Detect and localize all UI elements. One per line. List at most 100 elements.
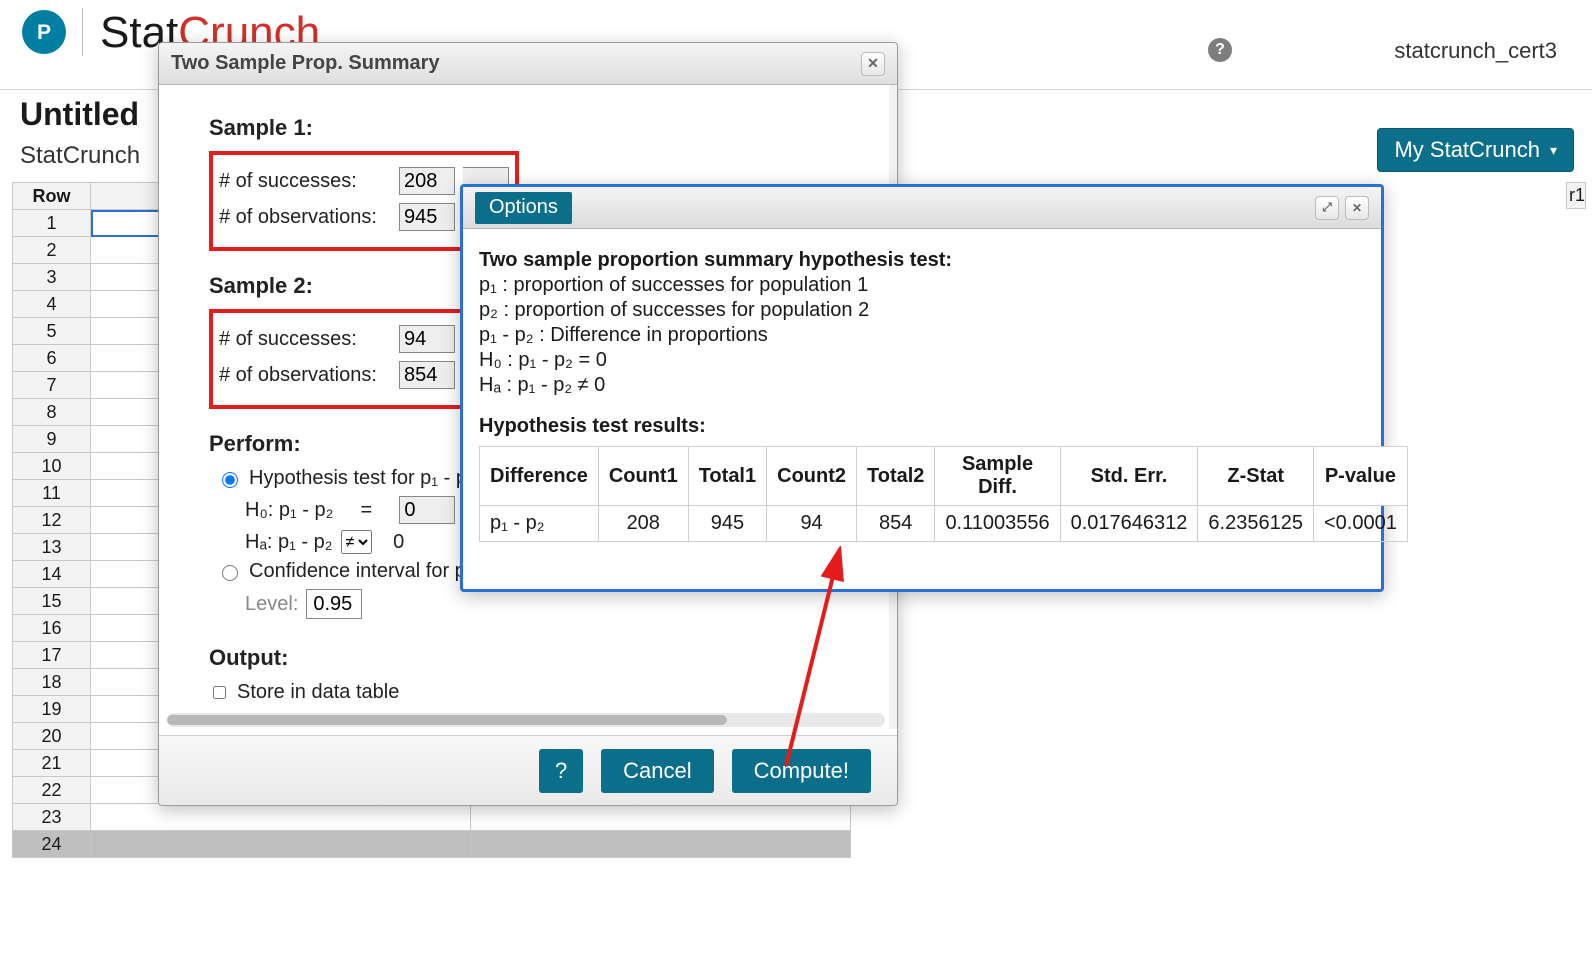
help-icon[interactable]: ?: [1208, 38, 1232, 62]
table-row: p₁ - p₂ 208 945 94 854 0.11003556 0.0176…: [480, 506, 1408, 542]
expand-icon[interactable]: ⤢: [1315, 196, 1339, 220]
confidence-interval-radio[interactable]: [222, 565, 238, 581]
svg-text:P: P: [37, 21, 51, 44]
pearson-logo: P: [22, 10, 66, 54]
row-number: 24: [13, 831, 91, 858]
page-subtitle: StatCrunch: [20, 142, 140, 170]
sample2-observations-input[interactable]: [399, 361, 455, 389]
row-number: 17: [13, 642, 91, 669]
row-number: 20: [13, 723, 91, 750]
cancel-button[interactable]: Cancel: [601, 749, 713, 793]
my-statcrunch-label: My StatCrunch: [1394, 137, 1540, 163]
col-z-stat: Z-Stat: [1198, 447, 1314, 506]
cell-total1: 945: [688, 506, 766, 542]
hypothesis-test-label: Hypothesis test for p₁ - p₂: [249, 467, 475, 490]
sample1-observations-label: # of observations:: [219, 206, 391, 229]
dialog-title-text: Two Sample Prop. Summary: [171, 52, 440, 75]
row-number: 7: [13, 372, 91, 399]
row-number: 19: [13, 696, 91, 723]
cell-p-value: <0.0001: [1313, 506, 1407, 542]
hypothesis-test-radio[interactable]: [222, 472, 238, 488]
row-number: 23: [13, 804, 91, 831]
sample2-observations-label: # of observations:: [219, 364, 391, 387]
row-number: 1: [13, 210, 91, 237]
cell[interactable]: [471, 804, 851, 831]
cell[interactable]: [91, 831, 471, 858]
row-number: 3: [13, 264, 91, 291]
close-icon[interactable]: ✕: [1345, 196, 1369, 220]
cell[interactable]: [91, 804, 471, 831]
col-p-value: P-value: [1313, 447, 1407, 506]
level-input[interactable]: [306, 589, 362, 619]
user-label[interactable]: statcrunch_cert3: [1394, 38, 1557, 64]
col-sample-diff: Sample Diff.: [935, 447, 1060, 506]
level-label: Level:: [245, 593, 298, 616]
sample1-heading: Sample 1:: [209, 115, 853, 141]
results-heading: Two sample proportion summary hypothesis…: [479, 249, 1365, 272]
ha-operator-select[interactable]: ≠: [341, 530, 372, 554]
row-number: 14: [13, 561, 91, 588]
cell-count1: 208: [598, 506, 688, 542]
row-number: 4: [13, 291, 91, 318]
row-number: 8: [13, 399, 91, 426]
row-number: 21: [13, 750, 91, 777]
output-heading: Output:: [209, 645, 853, 671]
row-number: 9: [13, 426, 91, 453]
sample1-observations-input[interactable]: [399, 203, 455, 231]
row-number: 10: [13, 453, 91, 480]
results-titlebar[interactable]: Options ⤢ ✕: [463, 187, 1381, 229]
row-header-label: Row: [13, 183, 91, 210]
col-total1: Total1: [688, 447, 766, 506]
store-in-data-table-label: Store in data table: [237, 681, 399, 704]
ha-value: 0: [393, 531, 404, 554]
logo-separator: [82, 8, 83, 56]
row-number: 15: [13, 588, 91, 615]
col-std-err: Std. Err.: [1060, 447, 1198, 506]
dialog-footer: ? Cancel Compute!: [159, 735, 897, 805]
cell-count2: 94: [767, 506, 857, 542]
results-table: Difference Count1 Total1 Count2 Total2 S…: [479, 446, 1408, 542]
scrollbar-thumb[interactable]: [167, 715, 727, 725]
my-statcrunch-button[interactable]: My StatCrunch: [1377, 128, 1574, 172]
dialog-horizontal-scrollbar[interactable]: [167, 713, 885, 727]
cell-std-err: 0.017646312: [1060, 506, 1198, 542]
store-in-data-table-checkbox[interactable]: [213, 686, 226, 699]
close-icon[interactable]: ✕: [861, 52, 885, 76]
sample1-successes-label: # of successes:: [219, 170, 391, 193]
row-number: 22: [13, 777, 91, 804]
col-count2: Count2: [767, 447, 857, 506]
cell-sample-diff: 0.11003556: [935, 506, 1060, 542]
results-dialog: Options ⤢ ✕ Two sample proportion summar…: [460, 184, 1384, 592]
sample2-successes-label: # of successes:: [219, 328, 391, 351]
cell-z-stat: 6.2356125: [1198, 506, 1314, 542]
sample1-successes-input[interactable]: [399, 167, 455, 195]
h0-label: H₀: p₁ - p₂: [245, 499, 333, 522]
col-count1: Count1: [598, 447, 688, 506]
ha-label: Hₐ: p₁ - p₂: [245, 531, 333, 554]
results-p2-line: p₂ : proportion of successes for populat…: [479, 299, 1365, 322]
row-number: 2: [13, 237, 91, 264]
col-difference: Difference: [480, 447, 599, 506]
results-h0-line: H₀ : p₁ - p₂ = 0: [479, 349, 1365, 372]
compute-button[interactable]: Compute!: [732, 749, 871, 793]
row-number: 18: [13, 669, 91, 696]
results-table-heading: Hypothesis test results:: [479, 415, 1365, 438]
sample2-successes-input[interactable]: [399, 325, 455, 353]
row-number: 16: [13, 615, 91, 642]
cell-total2: 854: [857, 506, 935, 542]
help-button[interactable]: ?: [539, 749, 583, 793]
dialog-titlebar[interactable]: Two Sample Prop. Summary ✕: [159, 43, 897, 85]
row-number: 12: [13, 507, 91, 534]
results-ha-line: Hₐ : p₁ - p₂ ≠ 0: [479, 374, 1365, 397]
page-title: Untitled: [20, 96, 139, 133]
column-header-r1[interactable]: r1: [1566, 182, 1586, 209]
h0-value-input[interactable]: [399, 496, 455, 524]
row-number: 13: [13, 534, 91, 561]
h0-operator: =: [361, 499, 373, 522]
options-button[interactable]: Options: [475, 192, 572, 224]
cell[interactable]: [471, 831, 851, 858]
results-diff-line: p₁ - p₂ : Difference in proportions: [479, 324, 1365, 347]
row-number: 6: [13, 345, 91, 372]
cell-diff: p₁ - p₂: [480, 506, 599, 542]
row-number: 5: [13, 318, 91, 345]
